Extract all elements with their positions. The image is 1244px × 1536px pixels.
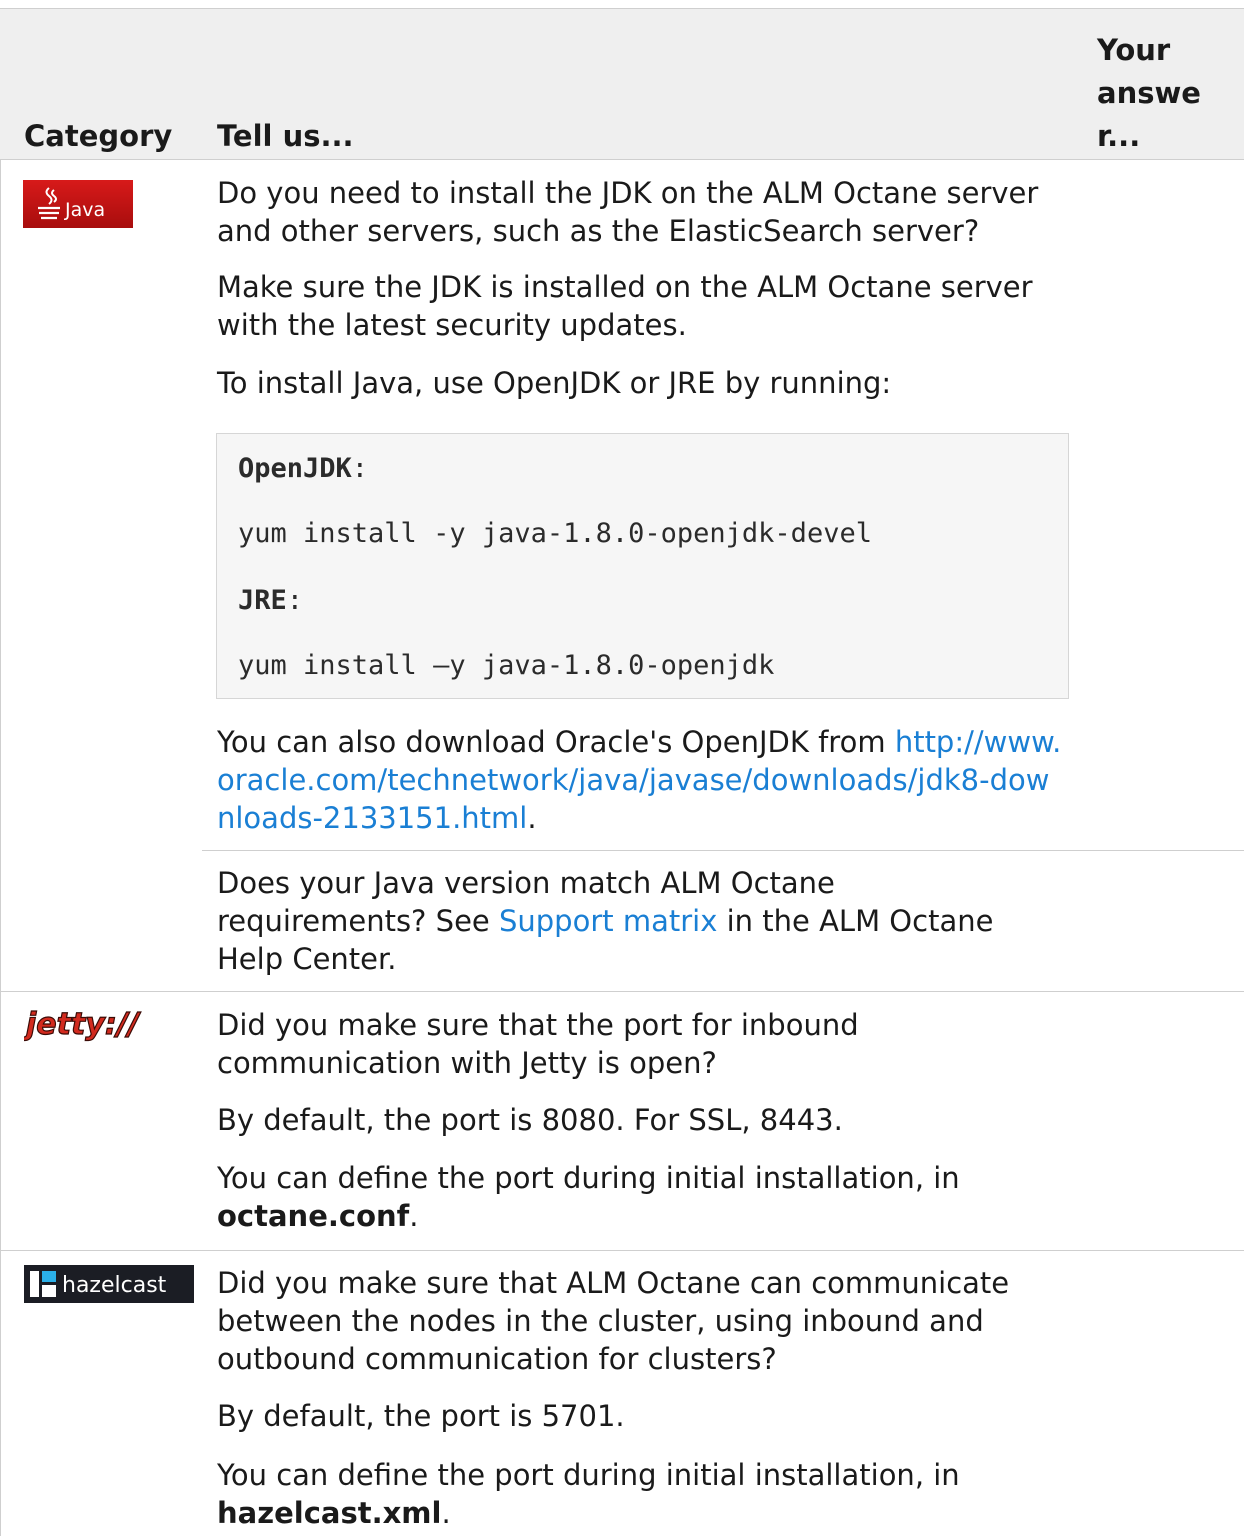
java-logo-icon: Java bbox=[23, 180, 133, 228]
header-tell-us: Tell us... bbox=[217, 119, 354, 153]
code-line-jre-label: JRE: bbox=[238, 585, 304, 616]
java-security-note: Make sure the JDK is installed on the AL… bbox=[217, 270, 1033, 342]
support-matrix-link[interactable]: Support matrix bbox=[499, 904, 717, 938]
jetty-logo-icon: jetty:// bbox=[21, 1006, 174, 1046]
svg-text:jetty://: jetty:// bbox=[24, 1007, 142, 1042]
jetty-default-port: By default, the port is 8080. For SSL, 8… bbox=[217, 1103, 843, 1137]
java-question-1: Do you need to install the JDK on the AL… bbox=[217, 176, 1039, 248]
jetty-question-1: Did you make sure that the port for inbo… bbox=[217, 1008, 859, 1080]
svg-text:hazelcast: hazelcast bbox=[62, 1273, 167, 1298]
hazelcast-question-1: Did you make sure that ALM Octane can co… bbox=[217, 1266, 1010, 1376]
java-install-intro: To install Java, use OpenJDK or JRE by r… bbox=[217, 366, 892, 400]
code-line-openjdk-cmd: yum install -y java-1.8.0-openjdk-devel bbox=[238, 518, 872, 549]
header-category: Category bbox=[24, 119, 173, 153]
java-row-divider bbox=[0, 991, 1244, 992]
hazelcast-default-port: By default, the port is 5701. bbox=[217, 1399, 625, 1433]
header-answer-line-2: answe bbox=[1097, 76, 1201, 110]
table-header: Category Tell us... Your answe r... bbox=[0, 8, 1244, 160]
checklist-page: Category Tell us... Your answe r... Java… bbox=[0, 0, 1244, 1536]
hazelcast-port-config: You can define the port during initial i… bbox=[217, 1458, 960, 1530]
svg-text:Java: Java bbox=[64, 199, 105, 221]
java-question-2: Does your Java version match ALM Octane … bbox=[217, 866, 994, 976]
java-subrow-divider bbox=[202, 850, 1244, 851]
table-left-border bbox=[0, 160, 1, 1536]
code-line-openjdk-label: OpenJDK: bbox=[238, 453, 369, 484]
hazelcast-logo-icon: hazelcast bbox=[24, 1265, 194, 1303]
header-answer-line-3: r... bbox=[1097, 119, 1141, 153]
jetty-port-config: You can define the port during initial i… bbox=[217, 1161, 960, 1233]
header-answer-line-1: Your bbox=[1097, 33, 1171, 67]
java-download-note: You can also download Oracle's OpenJDK f… bbox=[217, 725, 1062, 835]
code-line-jre-cmd: yum install –y java-1.8.0-openjdk bbox=[238, 650, 775, 681]
jetty-row-divider bbox=[0, 1250, 1244, 1251]
install-code-block: OpenJDK: yum install -y java-1.8.0-openj… bbox=[216, 433, 1069, 699]
